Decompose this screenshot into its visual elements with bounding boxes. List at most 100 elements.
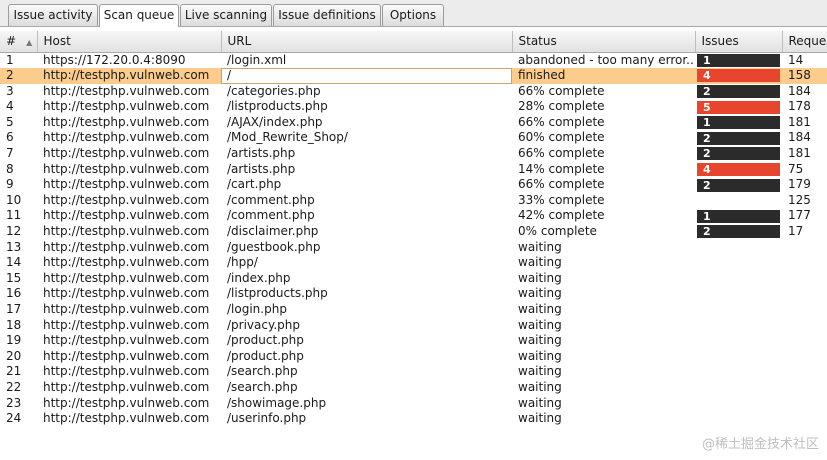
tab-issue-definitions[interactable]: Issue definitions [273,4,381,26]
table-row[interactable]: 24 http://testphp.vulnweb.com/userinfo.ph… [0,411,827,427]
host-cell: http://testphp.vulnweb.com [43,192,210,207]
status-cell: 66% complete [518,177,605,192]
url-cell: /artists.php [227,161,296,176]
table-row[interactable]: 12 http://testphp.vulnweb.com/disclaimer.… [0,224,827,240]
issues-cell [695,302,782,318]
column-header-number[interactable]: # ▲ [0,31,38,53]
status-cell: 0% complete [518,224,597,239]
table-row[interactable]: 22 http://testphp.vulnweb.com/search.php w… [0,380,827,396]
requests-cell [782,411,827,427]
table-row[interactable]: 4 http://testphp.vulnweb.com/listproducts… [0,99,827,115]
status-cell: waiting [518,302,562,316]
status-cell: finished [512,68,695,84]
table-row[interactable]: 10 http://testphp.vulnweb.com/comment.php… [0,193,827,209]
row-number-cell: 8 [6,161,14,176]
column-header-issues[interactable]: Issues [695,31,783,53]
status-cell: 14% complete [518,161,605,176]
requests-cell [782,302,827,318]
table-row[interactable]: 6 http://testphp.vulnweb.com/Mod_Rewrite_… [0,130,827,146]
host-cell: http://testphp.vulnweb.com [37,68,221,84]
url-cell: /cart.php [227,177,282,192]
column-header-url[interactable]: URL [221,31,513,53]
issues-cell [695,240,782,256]
table-row[interactable]: 5 http://testphp.vulnweb.com/AJAX/index.p… [0,115,827,131]
table-row[interactable]: 23 http://testphp.vulnweb.com/showimage.p… [0,396,827,412]
url-cell: /disclaimer.php [227,224,319,239]
requests-cell [782,286,827,302]
host-cell: http://testphp.vulnweb.com [43,208,210,223]
status-cell: waiting [518,317,562,332]
issues-cell: 2 [695,130,782,146]
row-number-cell: 7 [6,146,14,161]
url-cell: /search.php [227,364,298,379]
table-row[interactable]: 20 http://testphp.vulnweb.com/product.php… [0,349,827,365]
status-cell: waiting [518,364,562,379]
issues-cell [695,380,782,396]
table-header-row: #▲ Host URL Status Issues Reques [0,31,827,53]
issues-cell [695,318,782,334]
column-header-requests[interactable]: Reques [782,31,827,53]
status-cell: abandoned - too many error... [518,52,695,67]
issues-count-badge: 2 [697,147,780,161]
url-cell: /search.php [227,379,298,394]
row-number-cell: 15 [6,270,22,285]
table-row[interactable]: 1 https://172.20.0.4:8090/login.xml abando… [0,52,827,68]
issues-count-badge: 2 [697,84,780,98]
row-number-cell: 18 [6,317,22,332]
host-cell: http://testphp.vulnweb.com [43,379,210,394]
table-row[interactable]: 19 http://testphp.vulnweb.com/product.php… [0,333,827,349]
table-row[interactable]: 11 http://testphp.vulnweb.com/comment.php… [0,208,827,224]
issues-cell: 2 [695,146,782,162]
host-cell: http://testphp.vulnweb.com [43,130,210,145]
table-row[interactable]: 14 http://testphp.vulnweb.com/hpp/waiting [0,255,827,271]
status-cell: 66% complete [518,83,605,98]
table-row[interactable]: 15 http://testphp.vulnweb.com/index.php wa… [0,271,827,287]
row-number-cell: 4 [6,99,14,114]
host-cell: http://testphp.vulnweb.com [43,146,210,161]
table-row[interactable]: 7 http://testphp.vulnweb.com/artists.php 6… [0,146,827,162]
table-row[interactable]: 2 http://testphp.vulnweb.com / finished 4 158 [0,68,827,84]
url-cell: /listproducts.php [227,99,328,114]
requests-cell: 178 [788,99,811,114]
requests-cell: 177 [788,208,811,223]
row-number-cell: 13 [6,239,22,254]
table-row[interactable]: 17 http://testphp.vulnweb.com/login.php wa… [0,302,827,318]
requests-cell: 17 [788,224,804,239]
table-row[interactable]: 3 http://testphp.vulnweb.com/categories.p… [0,84,827,100]
table-row[interactable]: 13 http://testphp.vulnweb.com/guestbook.p… [0,240,827,256]
issues-count-badge: 2 [697,131,780,145]
row-number-cell: 21 [6,364,22,379]
issues-count-badge: 4 [697,162,780,176]
requests-cell: 14 [788,52,804,67]
table-row[interactable]: 18 http://testphp.vulnweb.com/privacy.php… [0,318,827,334]
row-number-cell: 23 [6,395,22,410]
table-row[interactable]: 21 http://testphp.vulnweb.com/search.php w… [0,364,827,380]
table-row[interactable]: 8 http://testphp.vulnweb.com/artists.php 1… [0,162,827,178]
tab-issue-activity[interactable]: Issue activity [8,4,98,26]
issues-count-badge: 2 [697,178,780,192]
url-cell: /guestbook.php [227,239,321,254]
column-header-status[interactable]: Status [512,31,696,53]
row-number-cell: 3 [6,83,14,98]
host-cell: http://testphp.vulnweb.com [43,270,210,285]
issues-cell [695,255,782,271]
host-cell: http://testphp.vulnweb.com [43,317,210,332]
requests-cell: 184 [788,83,811,98]
host-cell: http://testphp.vulnweb.com [43,395,210,410]
table-row[interactable]: 16 http://testphp.vulnweb.com/listproduct… [0,286,827,302]
row-number-cell: 19 [6,333,22,348]
tab-options[interactable]: Options [382,4,444,26]
column-header-host[interactable]: Host [37,31,222,53]
requests-cell [782,318,827,334]
issues-cell: 4 [695,162,782,178]
requests-cell: 158 [782,68,827,84]
host-cell: http://testphp.vulnweb.com [43,286,210,301]
issues-count-badge: 2 [697,225,780,239]
issues-cell: 1 [695,115,782,131]
requests-cell [782,333,827,349]
tab-scan-queue[interactable]: Scan queue [99,4,179,27]
url-cell: /login.php [227,302,287,316]
host-cell: http://testphp.vulnweb.com [43,348,210,363]
table-row[interactable]: 9 http://testphp.vulnweb.com/cart.php 66% … [0,177,827,193]
tab-live-scanning[interactable]: Live scanning [180,4,272,26]
